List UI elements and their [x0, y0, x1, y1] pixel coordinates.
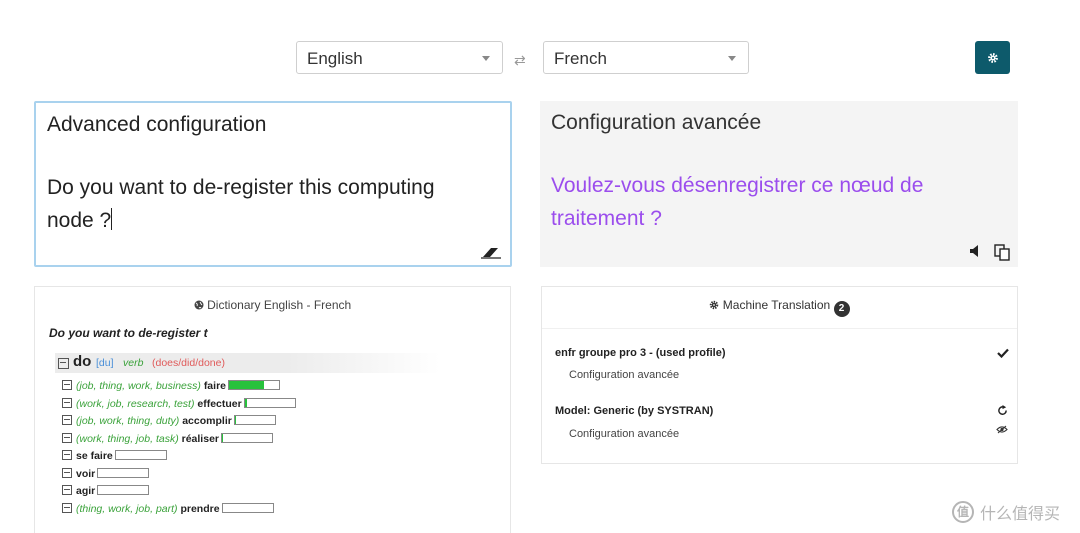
sense-translation[interactable]: réaliser	[182, 433, 219, 445]
dictionary-sense-row[interactable]: se faire	[62, 450, 167, 464]
refresh-icon[interactable]	[997, 405, 1008, 416]
expand-icon[interactable]	[62, 485, 72, 495]
divider	[542, 328, 1017, 329]
gear-icon	[710, 300, 719, 310]
source-language-select[interactable]: English	[296, 41, 503, 74]
watermark-logo: 值	[952, 501, 974, 523]
mt-result-translation: Configuration avancée	[569, 369, 680, 381]
entry-forms: (does/did/done)	[152, 357, 225, 369]
sense-context: (job, thing, work, business)	[76, 380, 204, 392]
watermark: 值 什么值得买	[952, 500, 1060, 524]
dictionary-sense-row[interactable]: (work, thing, job, task) réaliser	[62, 433, 273, 447]
target-text-line1: Configuration avancée	[551, 111, 762, 134]
dictionary-sense-row[interactable]: (thing, work, job, part) prendre	[62, 503, 274, 517]
dictionary-sense-row[interactable]: (work, job, research, test) effectuer	[62, 398, 296, 412]
dictionary-sense-row[interactable]: voir	[62, 468, 150, 482]
gear-icon	[987, 52, 998, 63]
eraser-icon[interactable]	[480, 245, 502, 259]
sense-context: (work, thing, job, task)	[76, 433, 182, 445]
target-language-select[interactable]: French	[543, 41, 749, 74]
mt-result-name[interactable]: Model: Generic (by SYSTRAN)	[555, 405, 713, 417]
frequency-bar	[97, 468, 150, 478]
dictionary-query: Do you want to de-register t	[49, 326, 208, 340]
watermark-text: 什么值得买	[980, 506, 1061, 523]
frequency-bar	[221, 433, 273, 443]
dictionary-sense-row[interactable]: agir	[62, 485, 150, 499]
mt-result-translation: Configuration avancée	[569, 428, 680, 440]
globe-icon	[194, 300, 204, 310]
frequency-bar	[243, 398, 296, 408]
sense-translation[interactable]: faire	[204, 380, 226, 392]
chevron-down-icon	[482, 56, 490, 61]
copy-icon[interactable]	[993, 243, 1011, 261]
entry-part-of-speech: verb	[123, 357, 144, 369]
chevron-down-icon	[728, 56, 736, 61]
expand-icon[interactable]	[62, 415, 72, 425]
frequency-bar	[233, 415, 276, 425]
result-count-badge: 2	[833, 301, 850, 317]
sense-translation[interactable]: accomplir	[182, 415, 232, 427]
expand-icon[interactable]	[62, 398, 72, 408]
machine-translation-title: Machine Translation 2	[541, 298, 1018, 317]
expand-icon[interactable]	[62, 468, 72, 478]
dictionary-title: Dictionary English - French	[34, 298, 511, 312]
sense-translation[interactable]: effectuer	[197, 398, 241, 410]
target-text-output: Configuration avancée Voulez-vous désenr…	[540, 101, 1018, 267]
expand-icon[interactable]	[62, 380, 72, 390]
settings-button[interactable]	[975, 41, 1010, 74]
target-text-line2: Voulez-vous désenregistrer ce nœud de tr…	[551, 174, 924, 230]
source-text-line1: Advanced configuration	[47, 113, 267, 136]
frequency-bar	[228, 380, 280, 390]
dictionary-sense-row[interactable]: (job, thing, work, business) faire	[62, 380, 280, 394]
eye-slash-icon[interactable]	[996, 425, 1008, 434]
frequency-bar	[97, 485, 150, 495]
expand-icon[interactable]	[62, 450, 72, 460]
frequency-bar	[221, 503, 274, 513]
sense-context: (job, work, thing, duty)	[76, 415, 183, 427]
mt-result-name[interactable]: enfr groupe pro 3 - (used profile)	[555, 347, 726, 359]
sense-context: (thing, work, job, part)	[76, 503, 181, 515]
entry-word: do	[73, 353, 92, 370]
sense-context: (work, job, research, test)	[76, 398, 198, 410]
sense-translation[interactable]: prendre	[180, 503, 219, 515]
source-text-line2: Do you want to de-register this computin…	[47, 176, 435, 232]
speaker-icon[interactable]	[969, 244, 981, 258]
dictionary-entry-header[interactable]: do [du] verb (does/did/done)	[55, 353, 440, 373]
source-language-value: English	[307, 49, 363, 68]
sense-translation[interactable]: agir	[76, 485, 95, 497]
frequency-bar	[114, 450, 167, 460]
text-cursor	[111, 208, 113, 230]
expand-icon[interactable]	[62, 503, 72, 513]
target-language-value: French	[554, 49, 607, 68]
entry-pronunciation: [du]	[96, 357, 114, 369]
dictionary-sense-row[interactable]: (job, work, thing, duty) accomplir	[62, 415, 276, 429]
source-text-input[interactable]: Advanced configuration Do you want to de…	[34, 101, 512, 267]
sense-translation[interactable]: voir	[76, 468, 95, 480]
sense-translation[interactable]: se faire	[76, 450, 113, 462]
expand-icon[interactable]	[62, 433, 72, 443]
swap-languages-icon[interactable]: ⇄	[514, 52, 526, 69]
checkmark-icon	[997, 348, 1009, 358]
